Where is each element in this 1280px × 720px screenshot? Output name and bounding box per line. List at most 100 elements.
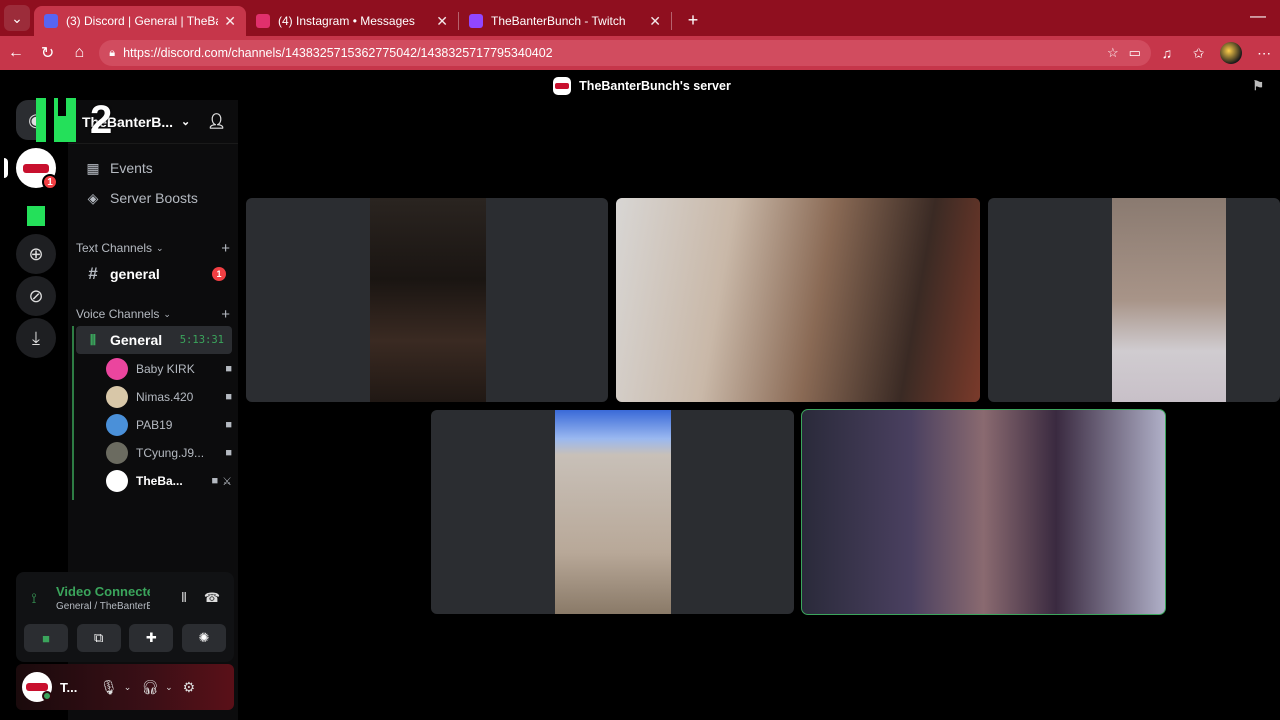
tab-instagram[interactable]: (4) Instagram • Messages ✕ [246,6,458,36]
headphones-icon[interactable]: 🎧︎ [141,679,159,696]
avatar [106,358,128,380]
tab-twitch[interactable]: TheBanterBunch - Twitch ✕ [459,6,671,36]
close-icon[interactable]: ✕ [649,13,661,30]
tab-title: (3) Discord | General | TheBanterBunch [66,14,218,28]
server-k2[interactable] [16,196,56,236]
minimize-button[interactable]: — [1250,8,1266,26]
boosts-label: Server Boosts [110,190,198,206]
browser-tab-bar: ⌄ (3) Discord | General | TheBanterBunch… [0,0,1280,36]
tab-divider [671,12,672,30]
server-logo-icon [23,163,49,173]
close-icon[interactable]: ✕ [224,13,236,30]
video-tile-speaking[interactable] [801,409,1166,615]
chevron-down-icon: ⌄ [4,5,30,31]
gear-icon[interactable]: ⚙ [183,679,196,696]
member-name: TheBa... [136,474,183,488]
voice-member[interactable]: TCyung.J9... ■ [106,440,232,466]
chevron-down-icon[interactable]: ⌄ [124,682,132,693]
voice-member[interactable]: TheBa... ■ ⚔ [106,468,232,494]
chevron-down-icon: ⌄ [163,308,171,319]
favorites-icon[interactable]: ✩ [1183,36,1215,70]
video-feed [1112,198,1226,402]
create-channel-icon[interactable]: + [221,240,230,257]
video-tile[interactable] [246,198,608,402]
avatar [106,442,128,464]
video-feed [802,410,1165,614]
add-server-button[interactable]: ⊕ [16,234,56,274]
channel-general[interactable]: # general 1 [76,260,232,288]
category-text-channels[interactable]: Text Channels ⌄ + [76,238,232,258]
avatar [106,470,128,492]
member-name: TCyung.J9... [136,446,205,460]
home-button[interactable]: ⌂ [64,36,96,70]
flag-icon[interactable]: ⚑ [1252,78,1264,94]
chevron-down-icon: ⌄ [156,242,164,253]
voice-activity-icon: ⦀ [89,331,97,348]
voice-connection-panel: ⟟ Video Connected General / TheBanterBun… [16,572,234,662]
screen-share-button[interactable]: ⧉ [76,624,121,652]
server-boosts-link[interactable]: ◈ Server Boosts [76,184,232,212]
tab-actions-button[interactable]: ⌄ [0,0,34,36]
chevron-down-icon[interactable]: ⌄ [165,682,173,693]
camera-button[interactable]: ■ [24,624,68,652]
microphone-icon[interactable]: 🎙︎ [100,679,118,696]
address-bar-row: ← ↻ ⌂ 🔒︎ https://discord.com/channels/14… [0,36,1280,70]
voice-member[interactable]: Baby KIRK ■ [106,356,232,382]
voice-member[interactable]: PAB19 ■ [106,412,232,438]
more-menu-icon[interactable]: ⋯ [1248,36,1280,70]
server-icon [553,77,572,95]
tab-discord[interactable]: (3) Discord | General | TheBanterBunch ✕ [34,6,246,36]
create-channel-icon[interactable]: + [221,306,230,323]
events-link[interactable]: ▦ Events [76,154,232,182]
extension-icon[interactable]: ♫ [1151,36,1183,70]
video-icon: ■ [225,391,232,403]
hashtag-icon: # [88,264,98,283]
online-status-icon [42,691,52,701]
download-apps-button[interactable]: ⤓ [16,318,56,358]
video-tile[interactable] [431,410,794,614]
video-feed [616,198,980,402]
reload-button[interactable]: ↻ [32,36,64,70]
stream-overlay-logo: 2 [36,98,112,142]
video-feed [555,410,671,614]
site-info-icon[interactable]: 🔒︎ [109,47,115,60]
tab-title: TheBanterBunch - Twitch [491,14,626,28]
swords-icon: ⚔ [222,475,232,488]
noise-suppression-icon[interactable]: ⦀ [170,590,198,606]
download-icon: ⤓ [32,327,40,348]
overlay-counter: 2 [90,98,113,142]
server-thebanterbunch[interactable]: 1 [16,148,58,190]
video-tile[interactable] [616,198,980,402]
discover-button[interactable]: ⊘ [16,276,56,316]
signal-icon[interactable]: ⟟ [24,590,44,607]
events-label: Events [110,160,153,176]
video-icon: ■ [211,475,219,487]
new-tab-button[interactable]: + [678,5,708,35]
video-icon: ■ [225,363,232,375]
video-tile[interactable] [988,198,1280,402]
video-icon: ■ [225,419,232,431]
camera-permission-icon[interactable]: ▭ [1129,45,1141,61]
k-logo-icon [36,98,76,142]
category-voice-channels[interactable]: Voice Channels ⌄ + [76,304,232,324]
window-title: TheBanterBunch's server [579,79,731,93]
connection-status[interactable]: Video Connected [56,584,150,599]
disconnect-icon[interactable]: ☎ [198,590,226,606]
back-button[interactable]: ← [0,36,32,70]
close-icon[interactable]: ✕ [436,13,448,30]
invite-people-icon[interactable]: 👤︎ [207,112,226,130]
discord-favicon-icon [44,14,58,28]
soundboard-button[interactable]: ✺ [181,624,226,652]
connection-channel[interactable]: General / TheBanterBunch [56,601,150,612]
url-field[interactable]: 🔒︎ https://discord.com/channels/14383257… [99,40,1151,66]
k-logo-icon [27,206,45,226]
selected-pill [4,158,8,178]
voice-member[interactable]: Nimas.420 ■ [106,384,232,410]
profile-avatar[interactable] [1220,42,1243,64]
activities-button[interactable]: ✚ [129,624,174,652]
voice-channel-general[interactable]: ⦀ General 5:13:31 [76,326,232,354]
window-title-bar: TheBanterBunch's server ⚑ [4,72,1280,100]
chevron-down-icon: ⌄ [181,116,191,128]
username[interactable]: T... [60,680,90,695]
favorite-star-icon[interactable]: ☆ [1107,45,1119,61]
